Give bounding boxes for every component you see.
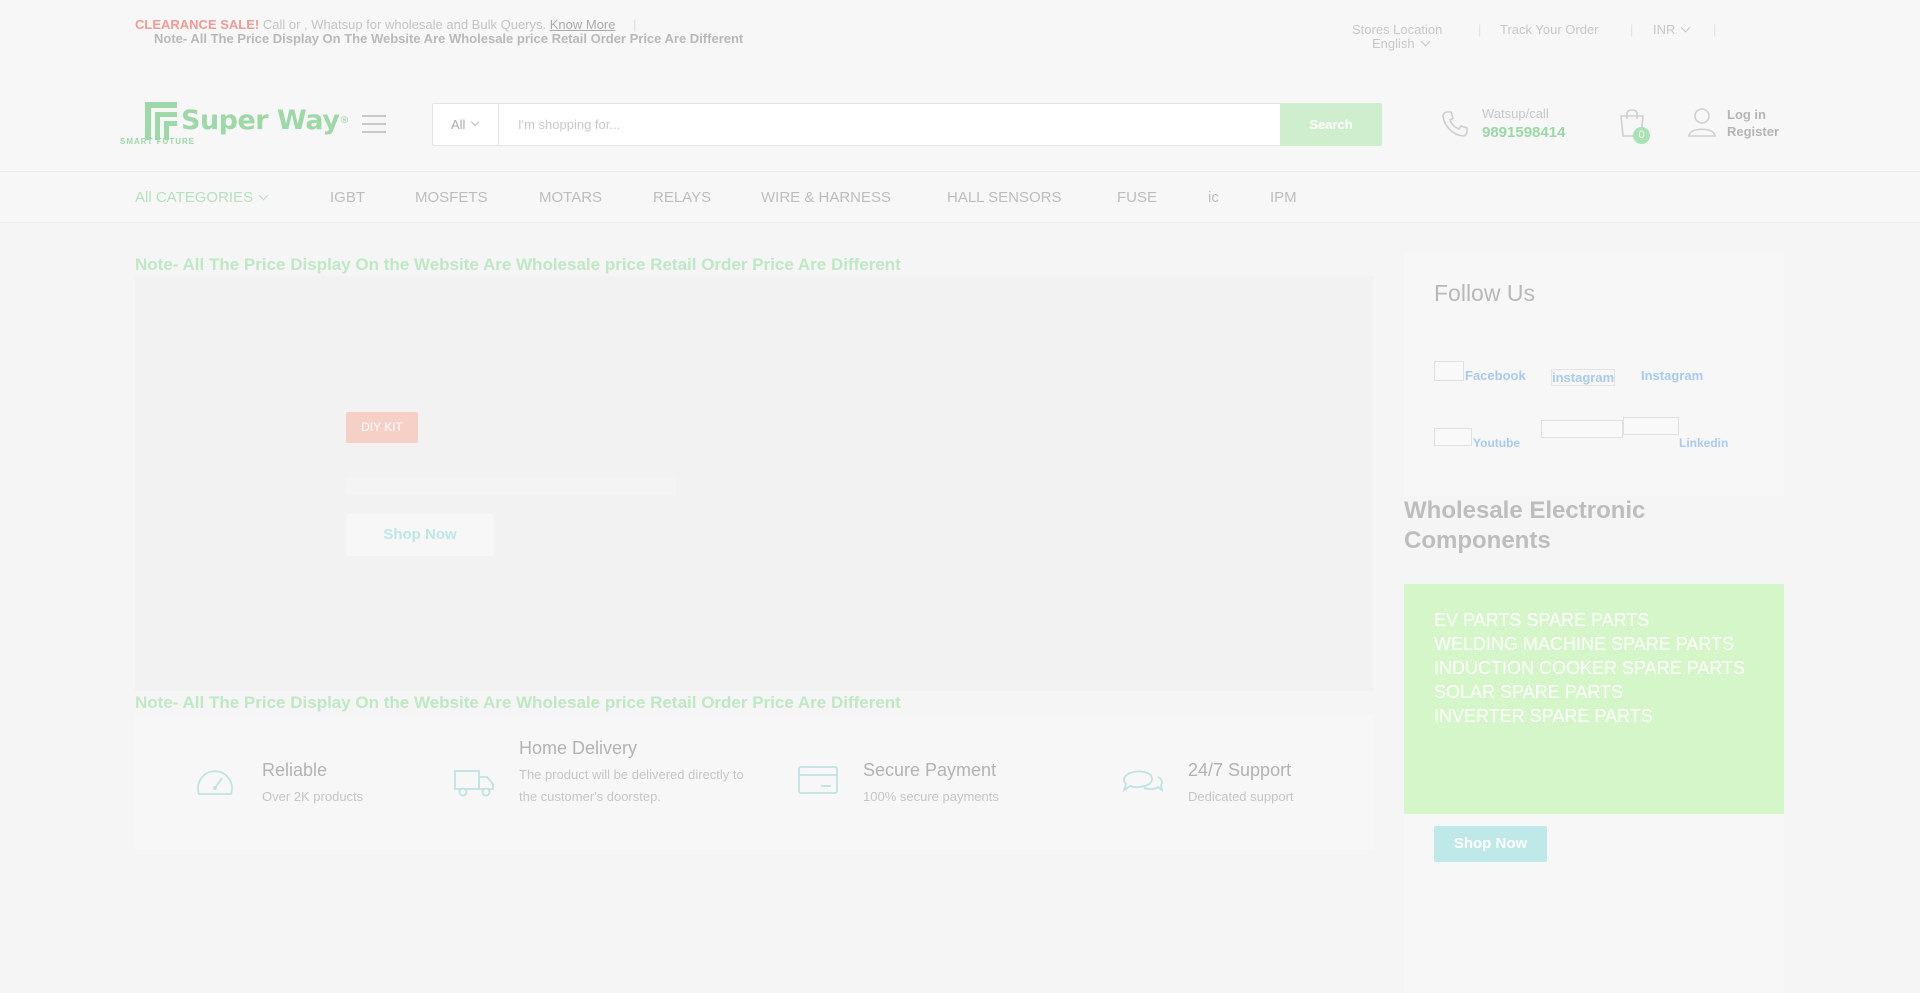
site-header: Super Way® SMART FUTURE All Search Watsu…: [0, 62, 1920, 172]
search-input[interactable]: [500, 104, 1280, 145]
language-selector[interactable]: English: [1372, 36, 1431, 51]
top-bar: CLEARANCE SALE! Call or , Whatsup for wh…: [0, 0, 1920, 62]
price-note-bottom: Note- All The Price Display On the Websi…: [135, 693, 901, 712]
spare-parts-list: EV PARTS SPARE PARTS WELDING MACHINE SPA…: [1434, 608, 1774, 728]
list-item[interactable]: INDUCTION COOKER SPARE PARTS: [1434, 656, 1774, 680]
divider: |: [633, 17, 637, 32]
youtube-link[interactable]: Youtube: [1473, 436, 1520, 450]
know-more-link[interactable]: Know More: [550, 17, 616, 32]
price-note-top: Note- All The Price Display On the Websi…: [135, 255, 901, 274]
language-value: English: [1372, 36, 1415, 51]
search-category-value: All: [451, 117, 466, 132]
feature-title: 24/7 Support: [1188, 760, 1292, 780]
linkedin-link[interactable]: Linkedin: [1679, 436, 1728, 450]
list-item[interactable]: SOLAR SPARE PARTS: [1434, 680, 1774, 704]
feature-title: Reliable: [262, 760, 328, 780]
nav-item-ipm[interactable]: IPM: [1270, 189, 1297, 206]
instagram-image: instagram: [1551, 369, 1616, 386]
wholesale-title-text: Wholesale Electronic Components: [1404, 497, 1646, 554]
divider: |: [1713, 22, 1717, 37]
divider: |: [1478, 22, 1482, 37]
login-link[interactable]: Log in: [1727, 106, 1779, 123]
chevron-down-icon: [1680, 22, 1691, 33]
feature-title: Home Delivery: [519, 738, 638, 758]
hero-banner: [135, 276, 1374, 691]
register-link[interactable]: Register: [1727, 123, 1779, 140]
search-button[interactable]: Search: [1280, 103, 1382, 146]
track-order-link[interactable]: Track Your Order: [1500, 22, 1599, 37]
clearance-line: CLEARANCE SALE! Call or , Whatsup for wh…: [135, 17, 637, 32]
logo[interactable]: Super Way®: [145, 102, 349, 140]
top-price-note: Note- All The Price Display On The Websi…: [154, 31, 744, 46]
nav-item-hall-sensors[interactable]: HALL SENSORS: [947, 189, 1062, 206]
currency-selector[interactable]: INR: [1653, 22, 1691, 37]
nav-item-relays[interactable]: RELAYS: [653, 189, 711, 206]
search-category-select[interactable]: All: [433, 104, 499, 145]
call-label: Watsup/call: [1482, 106, 1549, 121]
instagram-link[interactable]: Instagram: [1641, 368, 1703, 383]
credit-card-icon: [797, 765, 839, 800]
hero-badge: DIY KIT: [346, 412, 418, 443]
list-item[interactable]: EV PARTS SPARE PARTS: [1434, 608, 1774, 632]
feature-subtitle: The product will be delivered directly t…: [519, 767, 744, 804]
youtube-image: [1434, 428, 1472, 446]
all-categories-label: All CATEGORIES: [135, 189, 254, 206]
chevron-down-icon: [471, 117, 480, 126]
facebook-image: [1434, 361, 1464, 381]
call-number-link[interactable]: 9891598414: [1482, 124, 1565, 141]
features-strip: Reliable Over 2K products Home Delivery …: [135, 714, 1374, 849]
social-image: [1623, 417, 1679, 435]
follow-us-title: Follow Us: [1434, 280, 1535, 306]
account-links: Log in Register: [1727, 106, 1779, 140]
hero-text-placeholder: [346, 477, 676, 495]
list-item[interactable]: WELDING MACHINE SPARE PARTS: [1434, 632, 1774, 656]
nav-item-fuse[interactable]: FUSE: [1117, 189, 1157, 206]
facebook-link[interactable]: Facebook: [1465, 368, 1526, 383]
feature-subtitle: 100% secure payments: [863, 789, 999, 804]
clearance-sale-text: Call or , Whatsup for wholesale and Bulk…: [262, 17, 547, 32]
clearance-sale-label: CLEARANCE SALE!: [135, 17, 260, 32]
nav-item-ic[interactable]: ic: [1208, 189, 1219, 206]
list-item[interactable]: INVERTER SPARE PARTS: [1434, 704, 1774, 728]
currency-value: INR: [1653, 22, 1676, 37]
truck-icon: [453, 768, 495, 803]
sidebar-shop-now-button[interactable]: Shop Now: [1434, 826, 1547, 862]
nav-item-mosfets[interactable]: MOSFETS: [415, 189, 488, 206]
chat-icon: [1120, 762, 1164, 803]
feature-title: Secure Payment: [863, 760, 997, 780]
logo-tagline: SMART FUTURE: [120, 137, 196, 146]
stores-location-link[interactable]: Stores Location: [1352, 22, 1442, 37]
nav-item-igbt[interactable]: IGBT: [330, 189, 365, 206]
divider: |: [1630, 22, 1634, 37]
logo-text: Super Way®: [181, 105, 349, 136]
all-categories-menu[interactable]: All CATEGORIES: [135, 189, 269, 206]
nav-item-wire-harness[interactable]: WIRE & HARNESS: [761, 189, 891, 206]
hero-shop-now-button[interactable]: Shop Now: [346, 514, 494, 556]
category-nav: All CATEGORIES IGBT MOSFETS MOTARS RELAY…: [0, 173, 1920, 223]
user-icon[interactable]: [1687, 106, 1717, 143]
hamburger-menu-icon[interactable]: [362, 115, 386, 133]
chevron-down-icon: [1420, 36, 1431, 47]
feature-subtitle: Over 2K products: [262, 789, 364, 804]
phone-icon: [1440, 109, 1470, 144]
speedometer-icon: [195, 764, 235, 803]
search-bar: All Search: [432, 103, 1382, 146]
nav-item-motars[interactable]: MOTARS: [539, 189, 602, 206]
feature-subtitle: Dedicated support: [1188, 789, 1294, 804]
chevron-down-icon: [258, 190, 269, 201]
cart-count-badge: 0: [1633, 127, 1650, 144]
social-image: [1541, 420, 1623, 438]
wholesale-title: Wholesale Electronic Components: [1404, 496, 1704, 556]
logo-mark-icon: [145, 102, 177, 140]
